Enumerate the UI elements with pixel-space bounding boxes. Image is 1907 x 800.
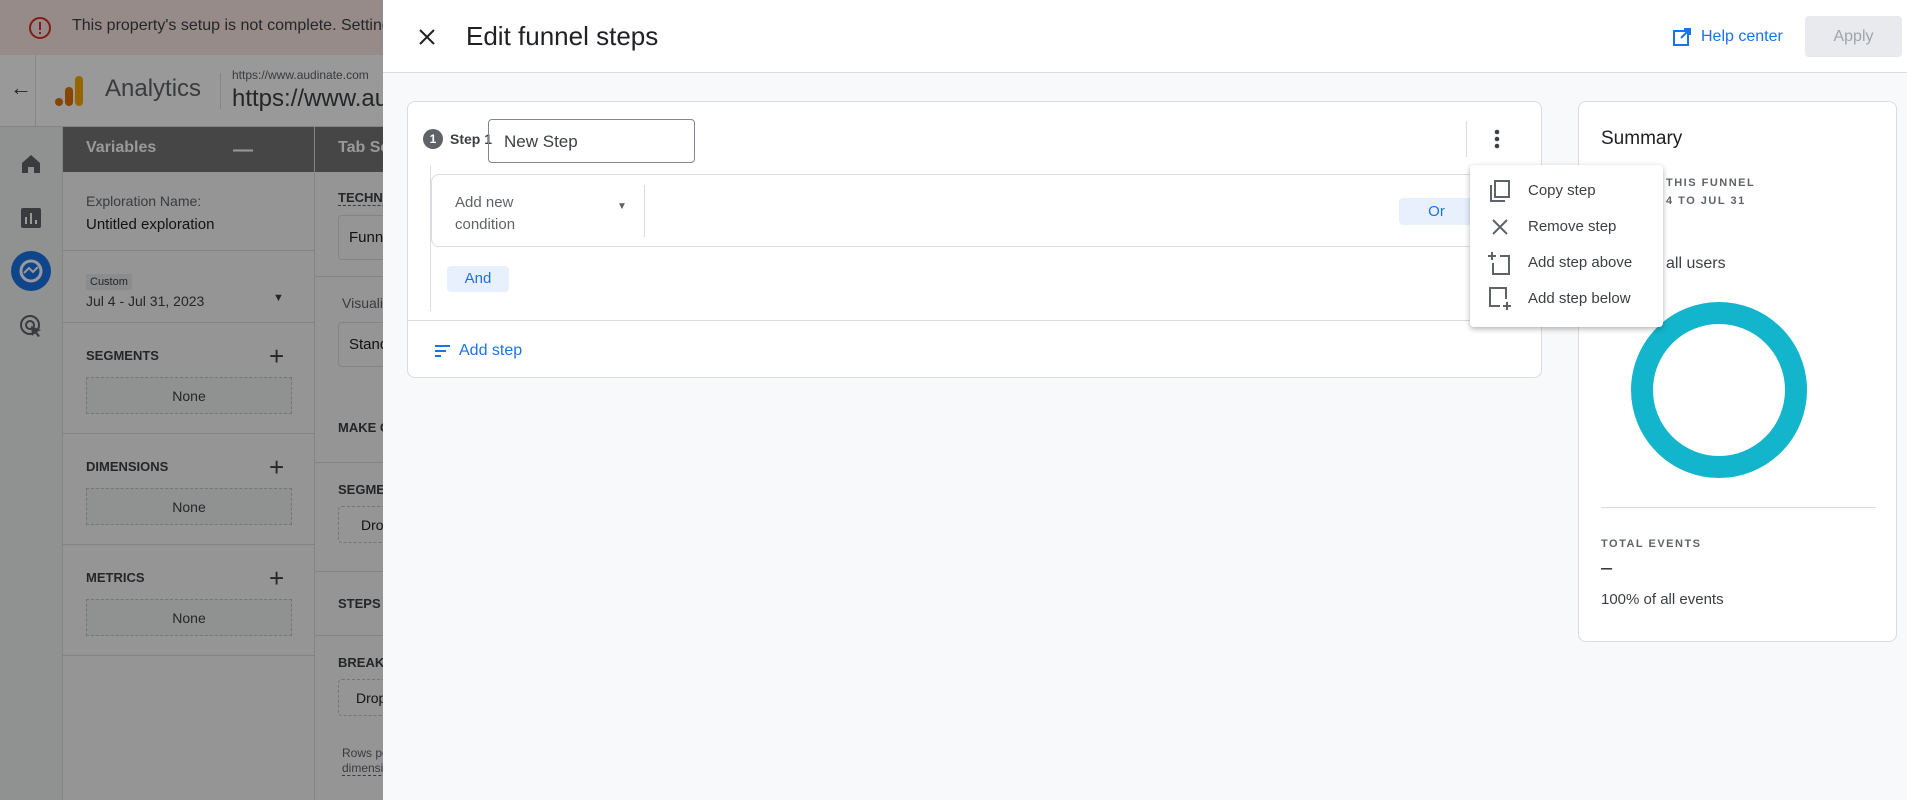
panel-title: Edit funnel steps: [466, 21, 659, 51]
total-events-label: TOTAL EVENTS: [1601, 538, 1702, 550]
menu-item-label: Add step below: [1528, 290, 1631, 307]
menu-item-label: Remove step: [1528, 218, 1617, 235]
menu-item-label: Copy step: [1528, 182, 1596, 199]
menu-item-add-step-above[interactable]: Add step above: [1470, 245, 1663, 281]
menu-item-label: Add step above: [1528, 254, 1633, 271]
copy-icon: [1490, 180, 1510, 202]
condition-placeholder-line2: condition: [455, 216, 516, 233]
step-number-badge: 1: [423, 129, 443, 149]
close-icon[interactable]: [418, 28, 436, 46]
or-button[interactable]: Or: [1399, 198, 1474, 225]
add-above-icon: [1488, 252, 1510, 275]
funnel-users-label: THIS FUNNEL: [1666, 177, 1756, 189]
add-below-icon: [1489, 287, 1511, 310]
users-percentage: all users: [1666, 255, 1726, 272]
add-condition-dropdown[interactable]: Add new condition ▼: [432, 175, 648, 246]
edit-funnel-steps-panel: Edit funnel steps Help center Apply 1 St…: [383, 0, 1907, 800]
events-percentage: 100% of all events: [1601, 591, 1724, 608]
add-step-label: Add step: [459, 342, 523, 359]
condition-placeholder-line1: Add new: [455, 194, 514, 211]
menu-item-remove-step[interactable]: Remove step: [1470, 209, 1663, 245]
step-label: Step 1: [450, 131, 493, 147]
apply-button[interactable]: Apply: [1805, 16, 1902, 57]
donut-ring: [1631, 302, 1807, 478]
funnel-date-range: 4 TO JUL 31: [1666, 195, 1746, 207]
summary-title: Summary: [1601, 128, 1683, 149]
add-step-icon: [435, 345, 450, 357]
users-donut-chart: [1631, 302, 1807, 478]
menu-item-copy-step[interactable]: Copy step: [1470, 173, 1663, 209]
open-in-new-icon: [1673, 28, 1691, 46]
and-button[interactable]: And: [447, 266, 509, 292]
step-name-input[interactable]: New Step: [488, 119, 695, 163]
menu-item-add-step-below[interactable]: Add step below: [1470, 281, 1663, 317]
help-center-label: Help center: [1701, 28, 1783, 45]
step-options-menu: Copy step Remove step Add step above Add…: [1470, 165, 1663, 327]
total-events-value: –: [1601, 557, 1613, 579]
more-vert-icon[interactable]: [1494, 128, 1500, 150]
dropdown-arrow-icon: ▼: [617, 201, 627, 212]
condition-box: Add new condition ▼ Or: [431, 174, 1521, 247]
close-icon: [1492, 219, 1508, 235]
panel-header: Edit funnel steps Help center Apply: [383, 0, 1907, 73]
step-card: 1 Step 1 New Step Add new condition ▼ Or…: [407, 101, 1542, 378]
